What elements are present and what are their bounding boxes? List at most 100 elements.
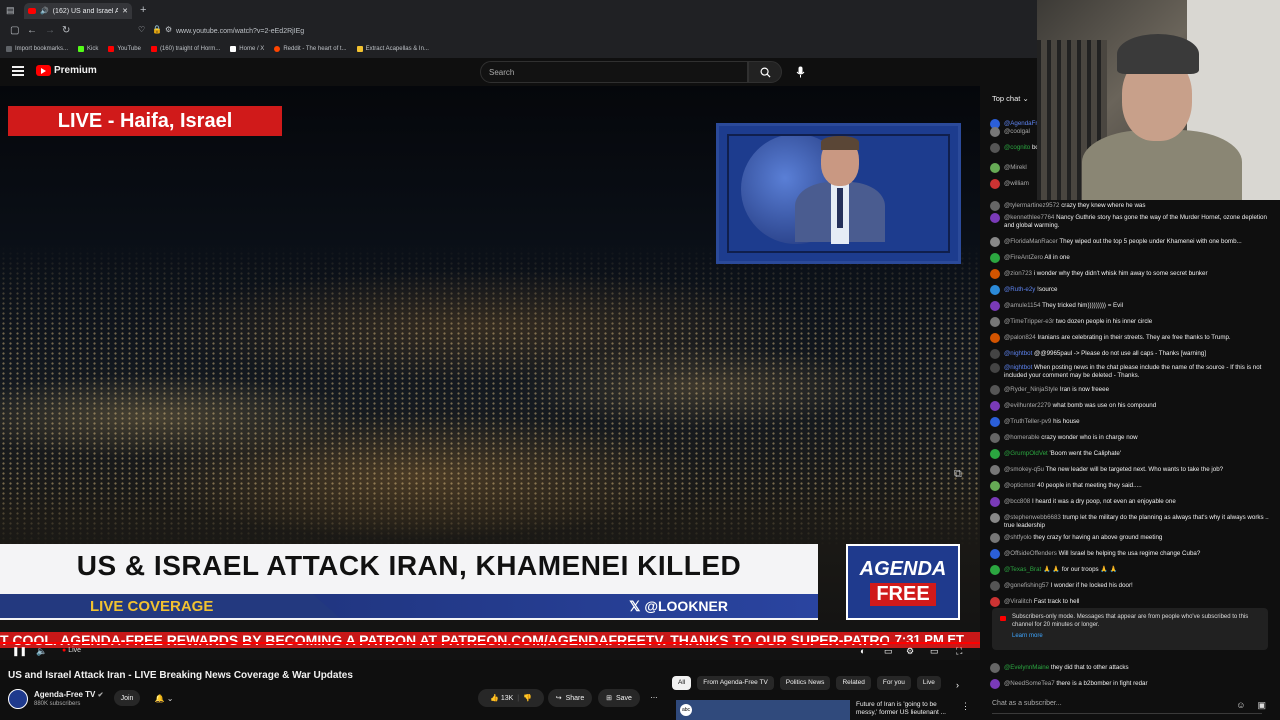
chat-author[interactable]: @shtfyolo: [1004, 534, 1032, 541]
chat-avatar[interactable]: [990, 533, 1000, 543]
chevron-right-icon[interactable]: ›: [956, 680, 959, 690]
channel-name[interactable]: Agenda-Free TV ✔: [34, 690, 103, 699]
chat-message[interactable]: @bcc808 I heard it was a dry poop, not e…: [990, 497, 1270, 507]
chat-message[interactable]: @FloridaManRacer They wiped out the top …: [990, 237, 1270, 247]
chat-author[interactable]: @stephenwebb6683: [1004, 514, 1061, 521]
bookmark-item[interactable]: Kick: [78, 46, 98, 52]
chat-message[interactable]: @kennethlee7764 Nancy Guthrie story has …: [990, 213, 1270, 229]
chat-message[interactable]: @nightbot When posting news in the chat …: [990, 363, 1270, 379]
super-chat-icon[interactable]: ▣: [1257, 700, 1266, 711]
pause-icon[interactable]: ❚❚: [12, 646, 27, 657]
bookmark-item[interactable]: Home / X: [230, 46, 264, 52]
chat-author[interactable]: @EvelynnMaine: [1004, 664, 1049, 671]
more-vert-icon[interactable]: ⋮: [961, 701, 970, 712]
volume-icon[interactable]: 🔈: [36, 646, 47, 657]
more-actions-button[interactable]: ⋯: [645, 689, 663, 707]
chat-avatar[interactable]: [990, 333, 1000, 343]
chat-author[interactable]: @TruthTeller-pv9: [1004, 418, 1051, 425]
bookmark-item[interactable]: Extract Acapellas & In...: [356, 46, 429, 52]
chat-avatar[interactable]: [990, 385, 1000, 395]
fullscreen-icon[interactable]: ⛶: [956, 646, 962, 657]
chat-author[interactable]: @Ruth-e2y: [1004, 286, 1035, 293]
autoplay-toggle-icon[interactable]: ◐: [860, 646, 865, 656]
chat-message[interactable]: @nightbot @@9965paul -> Please do not us…: [990, 349, 1270, 359]
recommended-title[interactable]: Future of Iran is 'going to be messy,' f…: [856, 701, 956, 717]
chat-author[interactable]: @william: [1004, 180, 1029, 187]
chat-message[interactable]: @TruthTeller-pv9 his house: [990, 417, 1270, 427]
chat-message[interactable]: @amule1154 They tricked him))))))))) = E…: [990, 301, 1270, 311]
chat-avatar[interactable]: [990, 363, 1000, 373]
chat-avatar[interactable]: [990, 433, 1000, 443]
chat-message[interactable]: @Texas_Brat 🙏 🙏 for our troops 🙏 🙏: [990, 565, 1270, 575]
chat-avatar[interactable]: [990, 237, 1000, 247]
chat-message[interactable]: @Viralitch Fast track to hell: [990, 597, 1270, 607]
live-indicator[interactable]: ● Live: [62, 647, 81, 654]
chat-message[interactable]: @evilhunter2279 what bomb was use on his…: [990, 401, 1270, 411]
captions-icon[interactable]: ▭: [884, 646, 893, 657]
chat-author[interactable]: @coolgal: [1004, 128, 1030, 135]
chat-author[interactable]: @bcc808: [1004, 498, 1030, 505]
chat-author[interactable]: @evilhunter2279: [1004, 402, 1051, 409]
chat-avatar[interactable]: [990, 201, 1000, 211]
chat-avatar[interactable]: [990, 417, 1000, 427]
menu-icon[interactable]: [12, 66, 24, 76]
chat-message[interactable]: @NeedSomeTea7 there is a b2bomber in fig…: [990, 679, 1270, 689]
chat-message[interactable]: @Ruth-e2y !source: [990, 285, 1270, 295]
chat-author[interactable]: @TimeTripper-e3r: [1004, 318, 1054, 325]
chat-author[interactable]: @NeedSomeTea7: [1004, 680, 1055, 687]
new-tab-button[interactable]: +: [140, 4, 146, 16]
chat-avatar[interactable]: [990, 679, 1000, 689]
save-button[interactable]: ⊞ Save: [598, 689, 640, 707]
chat-avatar[interactable]: [990, 253, 1000, 263]
chat-author[interactable]: @Mirekl: [1004, 164, 1027, 171]
chat-avatar[interactable]: [990, 565, 1000, 575]
chat-message[interactable]: @smokey-q5u The new leader will be targe…: [990, 465, 1270, 475]
chat-author[interactable]: @FloridaManRacer: [1004, 238, 1058, 245]
chat-avatar[interactable]: [990, 269, 1000, 279]
chat-message[interactable]: @OffsideOffenders Will Israel be helping…: [990, 549, 1270, 559]
chat-avatar[interactable]: [990, 127, 1000, 137]
search-button[interactable]: [748, 61, 782, 83]
miniplayer-icon[interactable]: ⧉: [954, 468, 962, 481]
back-icon[interactable]: ←: [27, 25, 37, 36]
chat-avatar[interactable]: [990, 597, 1000, 607]
chat-avatar[interactable]: [990, 317, 1000, 327]
chat-avatar[interactable]: [990, 497, 1000, 507]
join-button[interactable]: Join: [114, 690, 140, 706]
chat-message[interactable]: @gonefishing57 I wonder if he locked his…: [990, 581, 1270, 591]
chat-avatar[interactable]: [990, 401, 1000, 411]
chat-avatar[interactable]: [990, 481, 1000, 491]
chat-author[interactable]: @Texas_Brat: [1004, 566, 1041, 573]
chat-message[interactable]: @EvelynnMaine they did that to other att…: [990, 663, 1270, 673]
chat-author[interactable]: @gonefishing57: [1004, 582, 1049, 589]
chat-avatar[interactable]: [990, 465, 1000, 475]
chip-live[interactable]: Live: [916, 676, 941, 690]
chat-input[interactable]: Chat as a subscriber...: [992, 700, 1262, 714]
chat-avatar[interactable]: [990, 449, 1000, 459]
chat-avatar[interactable]: [990, 143, 1000, 153]
theater-mode-icon[interactable]: ▭: [930, 646, 939, 657]
notifications-button[interactable]: 🔔 ⌄: [150, 690, 178, 706]
chat-message[interactable]: @tylermartinez9572 crazy they knew where…: [990, 201, 1270, 211]
chat-message[interactable]: @GrumpOldVet 'Boom went the Caliphate': [990, 449, 1270, 459]
chat-author[interactable]: @smokey-q5u: [1004, 466, 1044, 473]
chat-avatar[interactable]: [990, 163, 1000, 173]
chat-author[interactable]: @zion723: [1004, 270, 1032, 277]
chat-message[interactable]: @Ryder_NinjaStyle Iran is now freeee: [990, 385, 1270, 395]
chip-for-you[interactable]: For you: [876, 676, 911, 690]
learn-more-link[interactable]: Learn more: [1012, 633, 1260, 641]
chat-avatar[interactable]: [990, 285, 1000, 295]
reload-icon[interactable]: ↻: [62, 25, 70, 36]
settings-icon[interactable]: ⚙: [906, 646, 914, 657]
chat-message[interactable]: @FireAntZero All in one: [990, 253, 1270, 263]
chat-author[interactable]: @palon824: [1004, 334, 1036, 341]
chip-all[interactable]: All: [672, 676, 692, 690]
emoji-icon[interactable]: ☺: [1236, 700, 1245, 711]
channel-avatar[interactable]: [8, 689, 28, 709]
sidebar-toggle-icon[interactable]: ▢: [10, 25, 19, 36]
audio-playing-icon[interactable]: 🔊: [40, 7, 49, 15]
chat-author[interactable]: @amule1154: [1004, 302, 1040, 309]
dislike-button[interactable]: 👎: [523, 694, 532, 702]
chat-author[interactable]: @Viralitch: [1004, 598, 1032, 605]
url-field[interactable]: www.youtube.com/watch?v=2-eEd2RjIEg: [176, 28, 304, 35]
